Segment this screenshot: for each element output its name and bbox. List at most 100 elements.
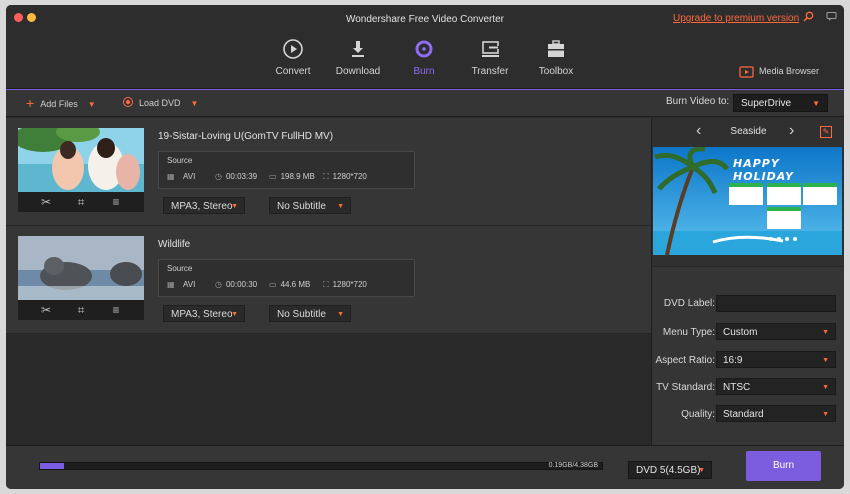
disc-type-select[interactable]: DVD 5(4.5GB) ▼ (628, 461, 712, 479)
duration-info: ◷ 00:00:30 (215, 280, 257, 289)
film-icon: ▦ (167, 280, 175, 289)
chevron-down-icon[interactable]: ▼ (88, 100, 96, 109)
chevron-down-icon: ▼ (822, 411, 829, 418)
chevron-down-icon[interactable]: ▼ (191, 99, 199, 108)
subtitle-value: No Subtitle (277, 201, 326, 212)
chevron-down-icon: ▼ (822, 384, 829, 391)
thumbnail-toolbar: ✂ ⌗ ≡ (18, 192, 144, 212)
chevron-down-icon: ▼ (231, 311, 238, 318)
source-label: Source (167, 264, 193, 273)
tab-transfer-label: Transfer (471, 66, 509, 77)
tab-convert[interactable]: Convert (258, 38, 328, 90)
trim-icon[interactable]: ✂ (38, 302, 54, 318)
tab-toolbox-label: Toolbox (538, 66, 574, 77)
tv-standard-value: NTSC (723, 382, 751, 393)
resolution-icon: ⛶ (323, 172, 329, 181)
source-label: Source (167, 156, 193, 165)
chevron-down-icon: ▼ (231, 203, 238, 210)
file-list: ✂ ⌗ ≡ 19-Sistar-Loving U(GomTV FullHD MV… (6, 118, 651, 445)
duration-value: 00:03:39 (225, 172, 258, 181)
tab-toolbox[interactable]: Toolbox (521, 38, 591, 90)
next-theme-button[interactable]: › (789, 122, 794, 140)
folder-icon: ▭ (269, 280, 277, 289)
format-info: ▦ AVI (167, 172, 195, 181)
add-files-button[interactable]: + Add Files ▼ (26, 95, 96, 111)
plus-icon: + (26, 95, 35, 111)
burn-target-select[interactable]: SuperDrive ▼ (733, 94, 828, 112)
search-icon[interactable] (801, 11, 815, 25)
quality-select[interactable]: Standard ▼ (716, 405, 836, 422)
load-dvd-button[interactable]: Load DVD ▼ (123, 95, 198, 111)
dvd-settings-panel: ‹ Seaside › ✎ HAPPY HOLIDAY DVD Label: M… (651, 118, 844, 445)
subtitle-select[interactable]: No Subtitle ▼ (269, 305, 351, 322)
dvd-label-input[interactable] (716, 295, 836, 312)
tab-burn-label: Burn (413, 66, 435, 77)
menu-type-select[interactable]: Custom ▼ (716, 323, 836, 340)
tab-transfer[interactable]: Transfer (455, 38, 525, 90)
format-value: AVI (183, 280, 196, 289)
video-title: 19-Sistar-Loving U(GomTV FullHD MV) (158, 131, 334, 142)
crop-icon[interactable]: ⌗ (73, 194, 89, 210)
disc-usage-bar: 0.19GB/4.38GB (39, 462, 603, 470)
tab-accent-line (6, 89, 844, 90)
aspect-ratio-select[interactable]: 16:9 ▼ (716, 351, 836, 368)
video-thumbnail[interactable] (18, 128, 144, 192)
theme-selector: ‹ Seaside › ✎ (652, 118, 844, 146)
media-browser-button[interactable]: Media Browser (739, 63, 819, 79)
subtitle-value: No Subtitle (277, 309, 326, 320)
size-info: ▭ 44.6 MB (269, 280, 310, 289)
disc-icon (123, 97, 133, 107)
crop-icon[interactable]: ⌗ (73, 302, 89, 318)
clock-icon: ◷ (215, 280, 222, 289)
resolution-value: 1280*720 (332, 172, 367, 181)
dvd-label-label: DVD Label: (663, 298, 715, 309)
chevron-down-icon: ▼ (812, 99, 820, 108)
audio-track-value: MPA3, Stereo (171, 309, 233, 320)
format-value: AVI (183, 172, 196, 181)
source-info: Source ▦ AVI ◷ 00:03:39 ▭ 198.9 MB ⛶ 1280*7… (158, 151, 415, 189)
settings-form: DVD Label: Menu Type: Custom ▼ Aspect Rat… (652, 266, 844, 445)
toolbox-icon (548, 40, 564, 57)
trim-icon[interactable]: ✂ (38, 194, 54, 210)
tv-standard-select[interactable]: NTSC ▼ (716, 378, 836, 395)
tab-burn[interactable]: Burn (389, 38, 459, 91)
quality-label: Quality: (681, 409, 715, 420)
tv-standard-label: TV Standard: (656, 382, 715, 393)
list-item[interactable]: ✂ ⌗ ≡ Wildlife Source ▦ AVI ◷ 00:00:30 ▭ 4… (6, 226, 651, 334)
convert-icon (283, 39, 303, 59)
tab-download[interactable]: Download (323, 38, 393, 90)
size-info: ▭ 198.9 MB (269, 172, 315, 181)
audio-track-select[interactable]: MPA3, Stereo ▼ (163, 305, 245, 322)
feedback-icon[interactable] (824, 11, 838, 25)
list-item[interactable]: ✂ ⌗ ≡ 19-Sistar-Loving U(GomTV FullHD MV… (6, 118, 651, 226)
preview-headline: HAPPY HOLIDAY (733, 157, 795, 183)
resolution-info: ⛶ 1280*720 (323, 280, 367, 290)
source-info: Source ▦ AVI ◷ 00:00:30 ▭ 44.6 MB ⛶ 1280*72… (158, 259, 415, 297)
subtitle-select[interactable]: No Subtitle ▼ (269, 197, 351, 214)
tab-convert-label: Convert (275, 66, 311, 77)
film-icon: ▦ (167, 172, 175, 181)
title-bar: Wondershare Free Video Converter Upgrade… (6, 5, 844, 91)
upgrade-link[interactable]: Upgrade to premium version (673, 13, 799, 24)
effects-icon[interactable]: ≡ (108, 194, 124, 210)
size-value: 198.9 MB (280, 172, 315, 181)
menu-type-label: Menu Type: (662, 327, 715, 338)
burn-button[interactable]: Burn (746, 451, 821, 481)
chevron-down-icon: ▼ (822, 329, 829, 336)
video-title: Wildlife (158, 239, 191, 250)
burn-target-value: SuperDrive (741, 98, 792, 109)
effects-icon[interactable]: ≡ (108, 302, 124, 318)
folder-icon: ▭ (269, 172, 277, 181)
menu-type-value: Custom (723, 327, 758, 338)
media-browser-label: Media Browser (759, 66, 820, 76)
video-thumbnail[interactable] (18, 236, 144, 300)
theme-preview: HAPPY HOLIDAY (653, 147, 842, 255)
audio-track-select[interactable]: MPA3, Stereo ▼ (163, 197, 245, 214)
resolution-icon: ⛶ (323, 280, 329, 289)
aspect-ratio-value: 16:9 (723, 355, 743, 366)
edit-theme-icon[interactable]: ✎ (820, 126, 832, 138)
load-dvd-label: Load DVD (139, 98, 181, 108)
bottom-bar: 0.19GB/4.38GB DVD 5(4.5GB) ▼ Burn (6, 445, 844, 489)
resolution-info: ⛶ 1280*720 (323, 172, 367, 182)
clock-icon: ◷ (215, 172, 222, 181)
